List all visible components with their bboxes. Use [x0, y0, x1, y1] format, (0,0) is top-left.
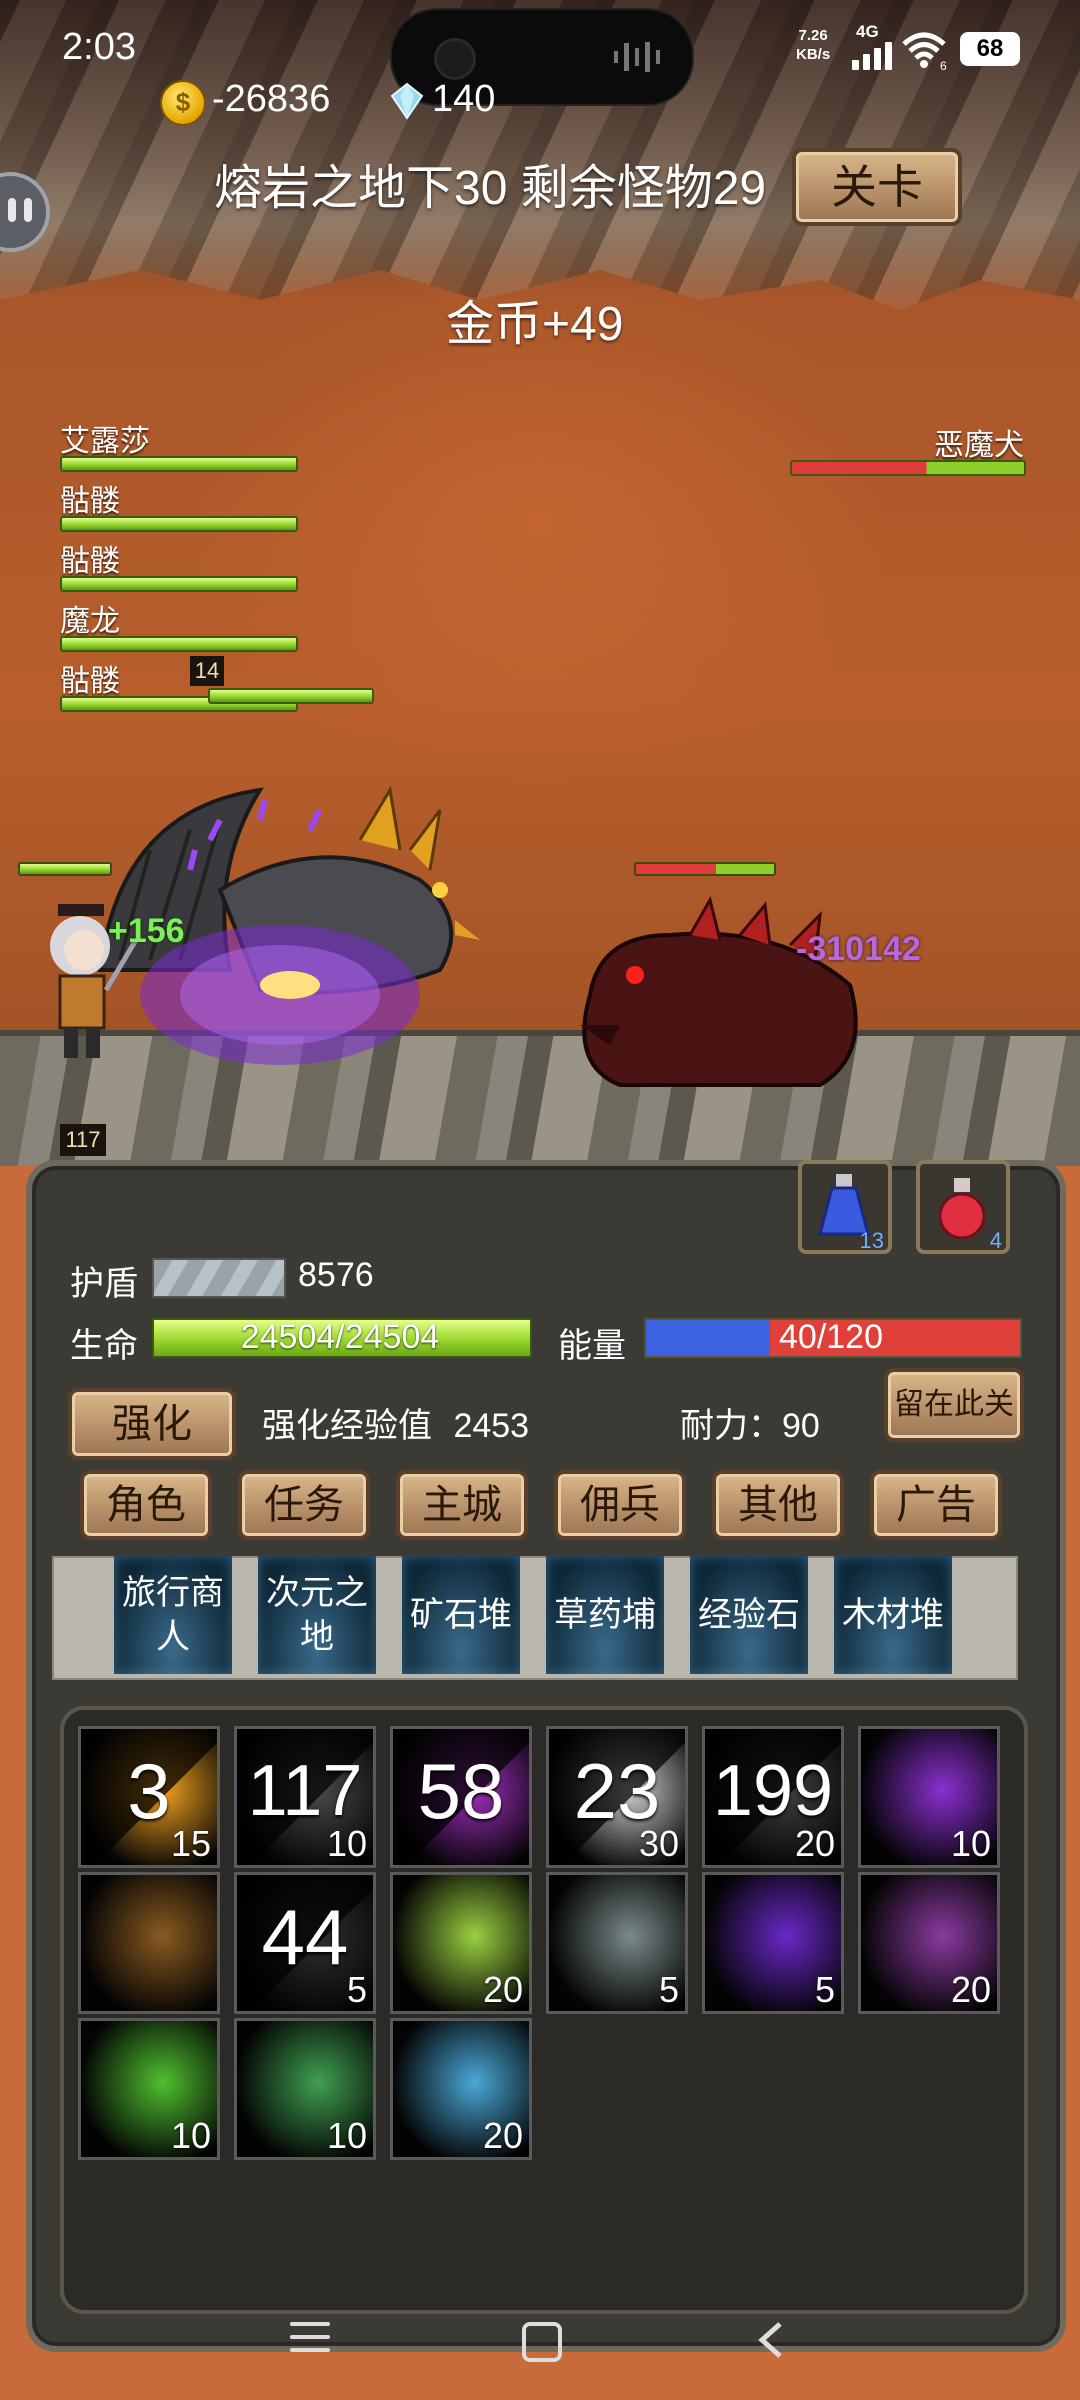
skill-level: 20: [482, 1969, 523, 2010]
gem-value: 140: [432, 78, 496, 120]
red-potion-count: 4: [989, 1228, 1002, 1253]
skill-level: 10: [326, 1823, 367, 1864]
skill-level: 20: [482, 2115, 523, 2156]
stage-select-button[interactable]: 关卡: [792, 148, 962, 226]
diamond-icon: [390, 82, 424, 120]
skill-level: 5: [814, 1969, 835, 2010]
status-time: 2:03: [62, 26, 136, 68]
menu-quest-button[interactable]: 任务: [238, 1470, 370, 1540]
skill-slot[interactable]: 117 10: [234, 1726, 376, 1868]
home-icon[interactable]: [522, 2322, 562, 2362]
party-unit-name: 艾露莎: [60, 425, 150, 458]
menu-other-button[interactable]: 其他: [712, 1470, 844, 1540]
stamina-label: 耐力：: [680, 1407, 782, 1445]
skill-slot[interactable]: 10: [234, 2018, 376, 2160]
skill-level: 30: [638, 1823, 679, 1864]
hero-level-badge: 117: [60, 1124, 106, 1156]
blue-potion-button[interactable]: 13: [798, 1160, 892, 1254]
enemy-name: 恶魔犬: [934, 429, 1024, 462]
skill-slot[interactable]: 10: [78, 2018, 220, 2160]
stay-stage-button[interactable]: 留在此关: [884, 1368, 1024, 1442]
skill-level: 10: [950, 1823, 991, 1864]
skill-slot[interactable]: 58: [390, 1726, 532, 1868]
gold-coin-icon: $: [160, 80, 206, 126]
skill-slot[interactable]: 23 30: [546, 1726, 688, 1868]
enhance-exp: 强化经验值 2453: [262, 1398, 529, 1447]
skill-level: 5: [346, 1969, 367, 2010]
shield-value: 8576: [298, 1256, 374, 1294]
net-speed: 7.26 KB/s: [796, 27, 831, 63]
damage-popup: -310142: [796, 930, 921, 968]
gold-value: -26836: [212, 78, 331, 120]
stamina-value: 90: [782, 1407, 820, 1445]
skill-level: 20: [794, 1823, 835, 1864]
enhance-exp-label: 强化经验值: [262, 1407, 432, 1445]
party-unit-hp-bar: [60, 516, 298, 532]
enemy-hp-bar: [790, 460, 1026, 476]
stamina: 耐力：90: [680, 1398, 820, 1447]
wifi-icon: 6: [902, 32, 947, 70]
heal-popup: +156: [108, 912, 185, 950]
party-unit-name: 骷髅: [60, 665, 120, 698]
skill-level: 15: [170, 1823, 211, 1864]
beast-hp-bar: [634, 862, 776, 876]
menu-mercenary-button[interactable]: 佣兵: [554, 1470, 686, 1540]
menu-character-button[interactable]: 角色: [80, 1470, 212, 1540]
enhance-exp-value: 2453: [453, 1407, 530, 1445]
enhance-button[interactable]: 强化: [68, 1388, 236, 1460]
battery-icon: 68: [960, 32, 1020, 66]
party-unit-hp-bar: [60, 636, 298, 652]
energy-label: 能量: [558, 1327, 626, 1365]
blue-potion-count: 13: [859, 1228, 884, 1253]
skill-level: 20: [950, 1969, 991, 2010]
back-icon[interactable]: [752, 2320, 792, 2360]
skill-slot[interactable]: 20: [390, 2018, 532, 2160]
shop-dimension-land[interactable]: 次元之地: [258, 1556, 376, 1674]
net-type: 4G: [856, 22, 879, 41]
menu-ad-button[interactable]: 广告: [870, 1470, 1002, 1540]
skill-slot[interactable]: 3 15: [78, 1726, 220, 1868]
skill-slot[interactable]: 5: [702, 1872, 844, 2014]
audio-wave-icon: [614, 40, 661, 74]
menu-city-button[interactable]: 主城: [396, 1470, 528, 1540]
skill-slot[interactable]: 10: [858, 1726, 1000, 1868]
wifi-badge: 6: [940, 59, 947, 70]
status-bar: 2:03 7.26 KB/s 4G 6 68: [0, 0, 1080, 106]
skill-level: 5: [658, 1969, 679, 2010]
skill-slot[interactable]: 199 20: [702, 1726, 844, 1868]
skill-slot[interactable]: 5: [546, 1872, 688, 2014]
shop-exp-stone[interactable]: 经验石: [690, 1556, 808, 1674]
skill-level: 10: [170, 2115, 211, 2156]
party-unit-hp-bar: [208, 688, 374, 704]
skill-slot[interactable]: 20: [390, 1872, 532, 2014]
shop-wood-pile[interactable]: 木材堆: [834, 1556, 952, 1674]
shield-bar: [152, 1258, 286, 1298]
party-unit-name: 骷髅: [60, 545, 120, 578]
demon-dog-sprite: [580, 896, 858, 1087]
shop-ore-pile[interactable]: 矿石堆: [402, 1556, 520, 1674]
party-unit-name: 魔龙: [60, 605, 120, 638]
menu-icon[interactable]: [290, 2322, 330, 2356]
skill-slot[interactable]: 20: [858, 1872, 1000, 2014]
party-unit-hp-bar: [60, 576, 298, 592]
party-unit-hp-bar: [60, 456, 298, 472]
shop-traveling-merchant[interactable]: 旅行商人: [114, 1556, 232, 1674]
life-label: 生命: [70, 1327, 138, 1365]
energy-value: 40/120: [779, 1318, 883, 1356]
shop-herb-store[interactable]: 草药埔: [546, 1556, 664, 1674]
skill-slot[interactable]: [78, 1872, 220, 2014]
stage-title: 熔岩之地下30 剩余怪物29: [214, 162, 767, 215]
unit-level-badge: 14: [190, 656, 224, 686]
skill-level: 10: [326, 2115, 367, 2156]
shield-label: 护盾: [70, 1265, 138, 1303]
skill-slot[interactable]: 44 5: [234, 1872, 376, 2014]
party-unit-name: 骷髅: [60, 485, 120, 518]
gold-gain-popup: 金币+49: [446, 298, 624, 351]
red-potion-button[interactable]: 4: [916, 1160, 1010, 1254]
camera-lens-icon: [434, 38, 476, 80]
rune-skill-icon: [81, 1875, 217, 2011]
skill-cooldown: 58: [417, 1747, 505, 1835]
life-value: 24504/24504: [240, 1318, 440, 1356]
